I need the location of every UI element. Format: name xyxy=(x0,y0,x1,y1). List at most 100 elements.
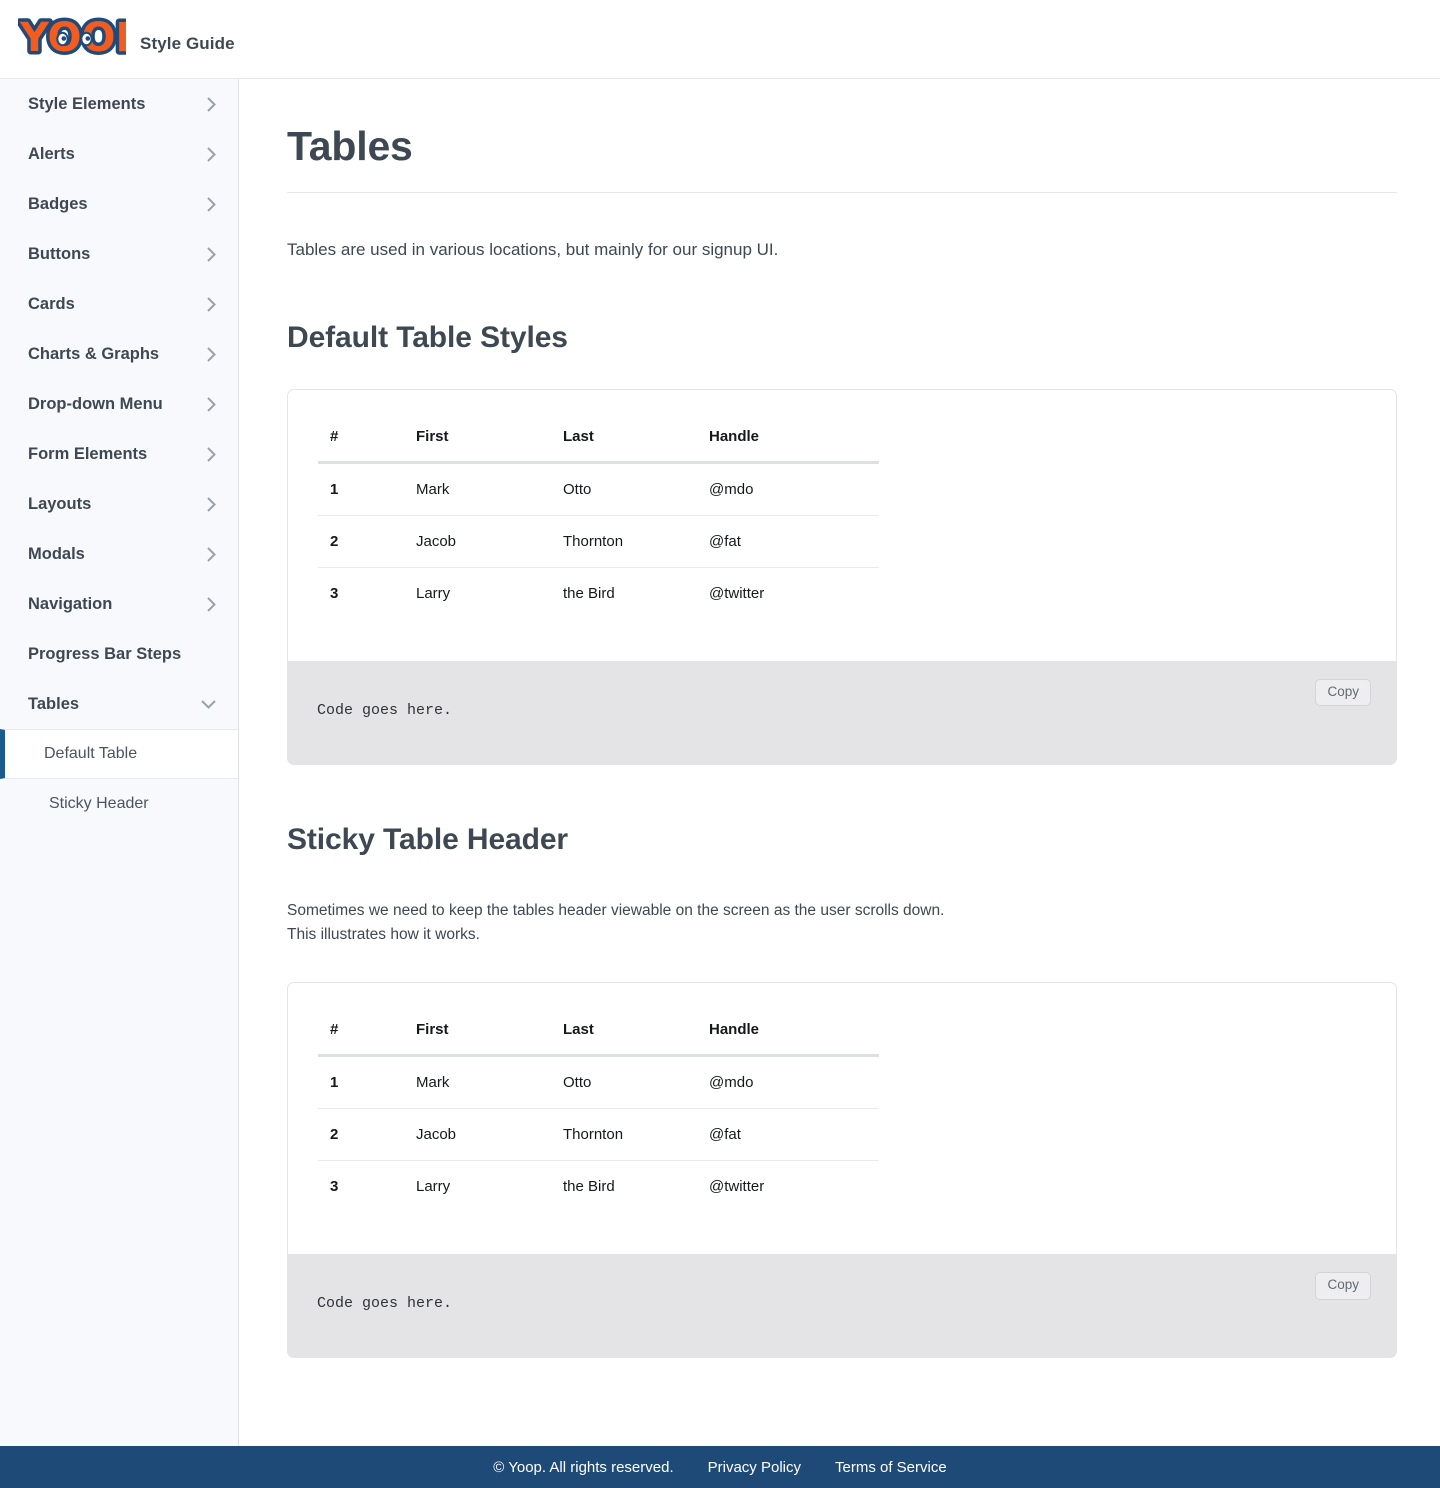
sidebar-item-layouts[interactable]: Layouts xyxy=(0,479,238,529)
table-cell-index: 1 xyxy=(330,1074,339,1092)
sidebar-item-charts-graphs[interactable]: Charts & Graphs xyxy=(0,329,238,379)
chevron-right-icon xyxy=(207,196,216,212)
sidebar-item-drop-down-menu[interactable]: Drop-down Menu xyxy=(0,379,238,429)
sidebar-item-label: Form Elements xyxy=(28,444,148,463)
sidebar-item-modals[interactable]: Modals xyxy=(0,529,238,579)
chevron-right-icon xyxy=(207,496,216,512)
chevron-right-icon xyxy=(207,446,216,462)
chevron-right-icon xyxy=(207,346,216,362)
chevron-right-icon xyxy=(207,296,216,312)
section-title-default-table-styles: Default Table Styles xyxy=(287,320,568,354)
code-panel-sticky-header: Copy Code goes here. xyxy=(287,1255,1397,1359)
table-header-cell-handle: Handle xyxy=(697,1017,879,1058)
table-cell-last: the Bird xyxy=(551,566,697,619)
app-header: YOOP YOOP Style Guide xyxy=(0,0,1440,79)
sidebar-item-navigation[interactable]: Navigation xyxy=(0,579,238,629)
table-cell-handle: @twitter xyxy=(697,1160,879,1213)
page-title: Tables xyxy=(287,123,1397,193)
table-row: 3 Larry the Bird @twitter xyxy=(318,566,879,619)
table-cell-last: the Bird xyxy=(551,1160,697,1213)
sidebar-item-label: Navigation xyxy=(28,594,113,613)
chevron-right-icon xyxy=(207,146,216,162)
section-description-sticky-table-header: Sometimes we need to keep the tables hea… xyxy=(287,901,945,944)
table-header-cell-first: First xyxy=(404,423,551,464)
sidebar-item-alerts[interactable]: Alerts xyxy=(0,129,238,179)
sidebar-subitem-sticky-header[interactable]: Sticky Header xyxy=(0,779,238,829)
sidebar-item-buttons[interactable]: Buttons xyxy=(0,229,238,279)
table-cell-last: Thornton xyxy=(551,1108,697,1161)
table-cell-index: 2 xyxy=(318,514,404,567)
default-table: # First Last Handle 1 Mark Otto @mdo 2 J… xyxy=(318,423,879,619)
sidebar-item-label: Alerts xyxy=(28,144,75,163)
example-preview-sticky-header: # First Last Handle 1 Mark Otto @mdo 2 J… xyxy=(287,982,1397,1256)
sidebar-item-label: Drop-down Menu xyxy=(28,394,163,413)
sidebar-item-label: Progress Bar Steps xyxy=(28,644,182,663)
table-cell-last: Otto xyxy=(563,480,592,498)
table-cell-index: 2 xyxy=(318,1108,404,1161)
table-cell-handle: @fat xyxy=(697,514,879,567)
chevron-down-icon xyxy=(201,699,216,709)
sidebar-item-cards[interactable]: Cards xyxy=(0,279,238,329)
footer-link-privacy-policy[interactable]: Privacy Policy xyxy=(708,1459,801,1476)
table-row: 2 Jacob Thornton @fat xyxy=(318,514,879,567)
chevron-right-icon xyxy=(207,246,216,262)
sidebar-subitem-default-table[interactable]: Default Table xyxy=(0,729,238,779)
chevron-right-icon xyxy=(207,396,216,412)
chevron-right-icon xyxy=(207,96,216,112)
chevron-right-icon xyxy=(207,546,216,562)
table-row: 1 Mark Otto @mdo xyxy=(318,1056,879,1109)
copy-button[interactable]: Copy xyxy=(1315,1272,1371,1300)
table-header-row: # First Last Handle xyxy=(318,1017,879,1058)
footer-link-terms-of-service[interactable]: Terms of Service xyxy=(835,1459,947,1476)
sidebar-item-badges[interactable]: Badges xyxy=(0,179,238,229)
sidebar-item-form-elements[interactable]: Form Elements xyxy=(0,429,238,479)
chevron-right-icon xyxy=(207,596,216,612)
sidebar-item-style-elements[interactable]: Style Elements xyxy=(0,79,238,129)
table-cell-index: 3 xyxy=(318,1160,404,1213)
table-cell-first: Mark xyxy=(416,1074,450,1092)
copy-button[interactable]: Copy xyxy=(1315,678,1371,707)
table-cell-first: Larry xyxy=(404,1160,551,1213)
table-cell-handle: @fat xyxy=(697,1108,879,1161)
example-preview-default-table: # First Last Handle 1 Mark Otto @mdo 2 J… xyxy=(287,388,1397,662)
code-snippet: Code goes here. xyxy=(317,701,453,719)
page-lead-text: Tables are used in various locations, bu… xyxy=(287,240,779,259)
footer-copyright: © Yoop. All rights reserved. xyxy=(493,1458,674,1476)
code-snippet: Code goes here. xyxy=(317,1295,453,1313)
table-header-row: # First Last Handle xyxy=(318,423,879,464)
sidebar-item-label: Style Elements xyxy=(28,94,146,113)
table-cell-first: Larry xyxy=(404,566,551,619)
table-cell-handle: @mdo xyxy=(709,480,754,498)
table-cell-first: Jacob xyxy=(404,1108,551,1161)
bottom-spacer xyxy=(287,1358,1397,1446)
table-header-cell-index: # xyxy=(318,1017,404,1058)
sidebar-item-label: Charts & Graphs xyxy=(28,344,160,363)
table-cell-index: 1 xyxy=(330,480,339,498)
sidebar-subnav-tables: Default Table Sticky Header xyxy=(0,729,238,829)
table-row: 2 Jacob Thornton @fat xyxy=(318,1108,879,1161)
sidebar-subitem-label: Sticky Header xyxy=(49,795,149,812)
table-cell-handle: @mdo xyxy=(709,1074,754,1092)
header-subtitle: Style Guide xyxy=(140,34,235,53)
sidebar-item-progress-bar-steps[interactable]: Progress Bar Steps xyxy=(0,629,238,679)
code-panel-default-table: Copy Code goes here. xyxy=(287,661,1397,765)
table-cell-first: Mark xyxy=(416,480,450,498)
sidebar-nav: Style Elements Alerts Badges Buttons Car… xyxy=(0,79,239,1447)
sidebar-item-label: Badges xyxy=(28,194,88,213)
page-body: Style Elements Alerts Badges Buttons Car… xyxy=(0,79,1440,1447)
sidebar-item-label: Modals xyxy=(28,544,85,563)
table-cell-last: Thornton xyxy=(551,514,697,567)
yoop-logo-icon: YOOP YOOP xyxy=(18,15,126,63)
sidebar-item-label: Buttons xyxy=(28,244,91,263)
table-row: 1 Mark Otto @mdo xyxy=(318,462,879,515)
sidebar-item-tables[interactable]: Tables xyxy=(0,679,238,729)
sidebar-item-label: Layouts xyxy=(28,494,92,513)
main-content: Tables Tables are used in various locati… xyxy=(239,79,1440,1447)
example-block-sticky-header: # First Last Handle 1 Mark Otto @mdo 2 J… xyxy=(287,982,1397,1359)
yoop-logo[interactable]: YOOP YOOP xyxy=(18,15,126,63)
table-cell-index: 3 xyxy=(318,566,404,619)
table-cell-last: Otto xyxy=(563,1074,592,1092)
table-cell-first: Jacob xyxy=(404,514,551,567)
table-header-cell-last: Last xyxy=(551,1017,697,1058)
sidebar-subitem-label: Default Table xyxy=(44,745,138,762)
